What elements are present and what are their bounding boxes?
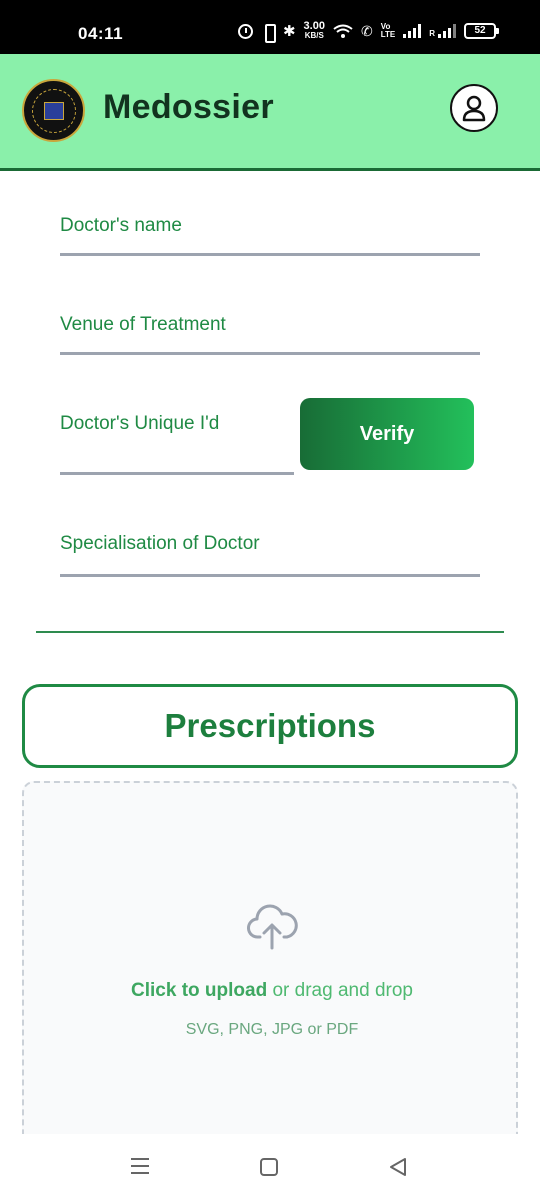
app-title: Medossier — [103, 88, 274, 126]
network-speed-value: 3.00 — [303, 20, 325, 32]
status-icons: ✱ 3.00 KB/S ✆ Vo LTE R 52 — [237, 20, 499, 43]
app-header: Medossier — [0, 54, 540, 171]
battery-icon: 52 — [464, 23, 499, 39]
logo-book-icon — [43, 101, 64, 120]
home-icon[interactable] — [260, 1158, 278, 1176]
section-divider — [36, 631, 504, 633]
back-icon[interactable] — [388, 1156, 408, 1178]
cloud-upload-icon — [247, 904, 298, 950]
signal-icon — [403, 24, 422, 38]
logo-ring — [31, 88, 76, 133]
system-nav-bar — [0, 1134, 540, 1200]
recents-icon[interactable] — [131, 1158, 149, 1174]
alarm-icon — [237, 23, 253, 39]
specialisation-label: Specialisation of Doctor — [60, 533, 260, 554]
verify-button[interactable]: Verify — [300, 398, 474, 470]
status-time: 04:11 — [78, 24, 124, 43]
profile-button[interactable] — [450, 84, 498, 132]
drag-drop-text: or drag and drop — [267, 980, 413, 1001]
upload-dropzone[interactable]: Click to upload or drag and drop SVG, PN… — [22, 781, 518, 1141]
prescriptions-header: Prescriptions — [22, 684, 518, 768]
doctor-name-label: Doctor's name — [60, 215, 182, 236]
volte-bottom: LTE — [380, 30, 396, 39]
network-speed-unit: KB/S — [304, 31, 324, 40]
venue-label: Venue of Treatment — [60, 314, 226, 335]
medossier-logo[interactable] — [22, 79, 85, 142]
doctor-id-label: Doctor's Unique I'd — [60, 413, 220, 434]
volte-icon: Vo LTE — [381, 23, 396, 39]
doctor-name-underline — [60, 253, 480, 256]
specialisation-underline — [60, 574, 480, 577]
network-speed: 3.00 KB/S — [303, 20, 325, 41]
upload-instructions: Click to upload or drag and drop — [24, 980, 520, 1002]
status-bar: 04:11 ✱ 3.00 KB/S ✆ Vo LTE R 52 — [0, 0, 540, 54]
wifi-icon — [333, 24, 353, 38]
wifi-calling-icon: ✆ — [360, 22, 373, 39]
roaming-label: R — [429, 29, 435, 38]
click-to-upload-link[interactable]: Click to upload — [131, 980, 267, 1001]
doctor-id-underline — [60, 472, 294, 475]
venue-underline — [60, 352, 480, 355]
bluetooth-icon: ✱ — [282, 22, 296, 40]
vibrate-icon — [261, 23, 276, 43]
prescriptions-title: Prescriptions — [164, 707, 376, 744]
upload-formats: SVG, PNG, JPG or PDF — [185, 1021, 359, 1038]
user-profile-icon — [462, 95, 486, 122]
signal-roaming-icon: R — [429, 24, 456, 38]
